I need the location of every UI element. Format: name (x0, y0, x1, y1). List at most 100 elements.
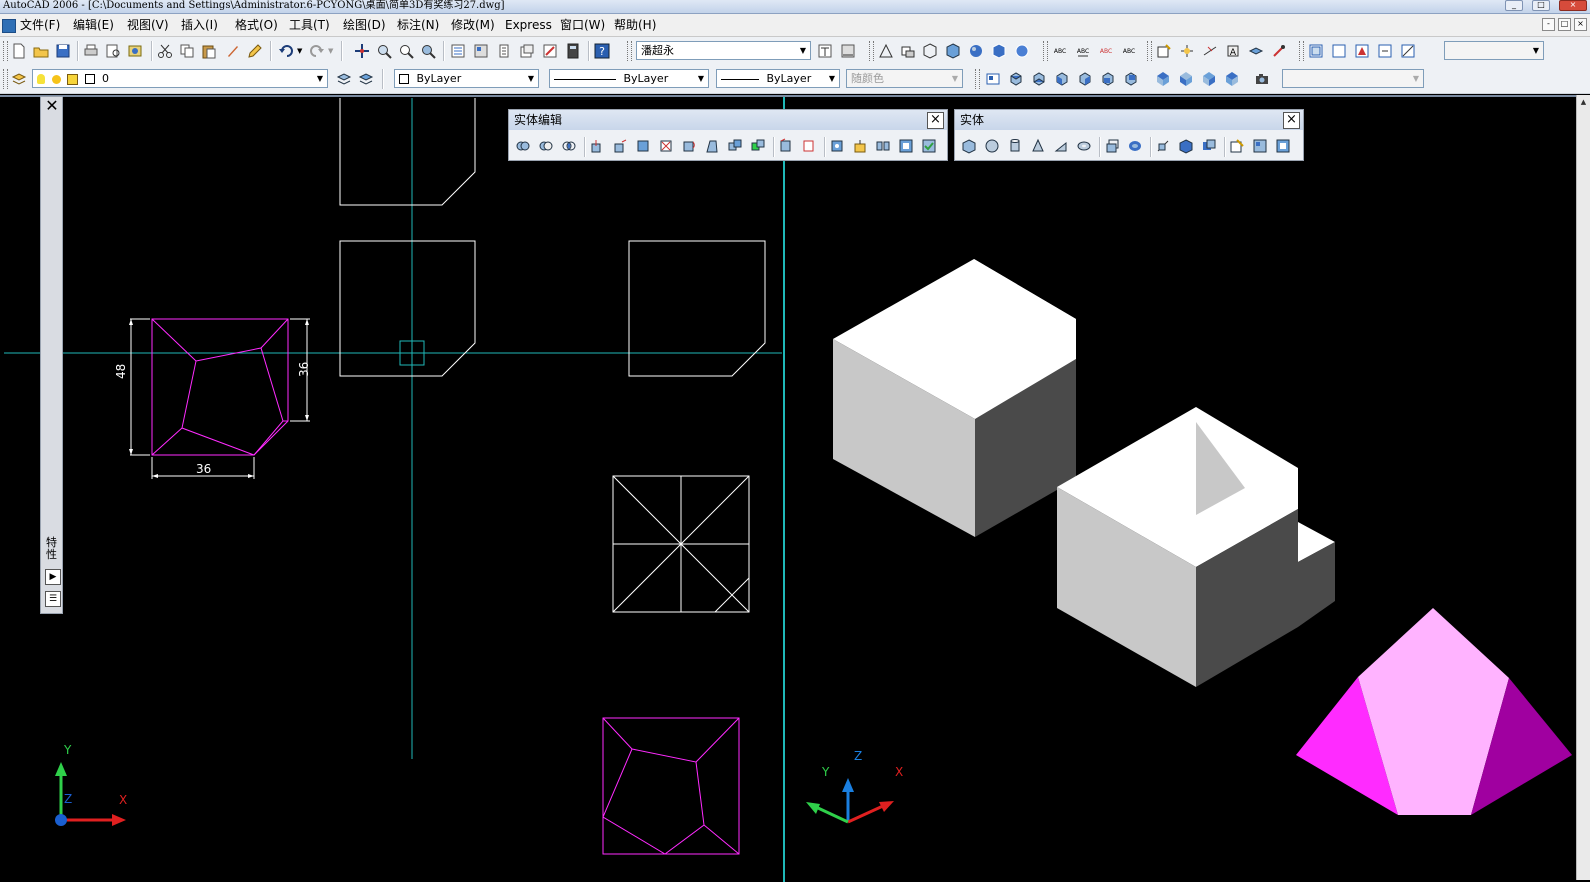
ne-isometric-view-icon[interactable] (1201, 71, 1217, 87)
named-views-icon[interactable] (985, 71, 1001, 87)
union-icon[interactable] (515, 138, 531, 154)
cylinder-icon[interactable] (1007, 138, 1023, 154)
copy-edges-icon[interactable] (778, 138, 794, 154)
tool-palettes-icon[interactable] (496, 43, 512, 59)
edit-text-icon[interactable]: ABC (1098, 43, 1114, 59)
se-isometric-view-icon[interactable] (1178, 71, 1194, 87)
check-icon[interactable] (921, 138, 937, 154)
section-icon[interactable] (1178, 138, 1194, 154)
setup-view-icon[interactable] (1252, 138, 1268, 154)
camera-icon[interactable] (1254, 71, 1270, 87)
color-control-dropdown[interactable]: ByLayer ▼ (394, 69, 539, 88)
undo-dropdown-icon[interactable]: ▼ (297, 47, 302, 55)
color-edges-icon[interactable] (801, 138, 817, 154)
menu-express[interactable]: Express (505, 17, 552, 33)
toolbar-grip[interactable] (1147, 41, 1152, 61)
right-view-icon[interactable] (1077, 71, 1093, 87)
auto-hide-icon[interactable]: ▶ (45, 569, 61, 585)
express-trim-icon[interactable] (1179, 43, 1195, 59)
toolbar-grip[interactable] (3, 69, 8, 89)
flat-edges-on-icon[interactable] (991, 43, 1007, 59)
spell-check-icon[interactable]: ABC (1052, 43, 1068, 59)
text-style-dropdown[interactable]: 潘超永 ▼ (636, 41, 811, 60)
color-faces-icon[interactable] (750, 138, 766, 154)
window-minimize-button[interactable]: _ (1505, 0, 1523, 11)
layer-dropdown[interactable]: 0 ▼ (32, 69, 328, 88)
hide-icon[interactable] (900, 43, 916, 59)
menu-dimension[interactable]: 标注(N) (397, 17, 439, 33)
menu-draw[interactable]: 绘图(D) (343, 17, 386, 33)
match-properties-icon[interactable] (225, 43, 241, 59)
pan-realtime-icon[interactable] (354, 43, 370, 59)
top-view-icon[interactable] (1008, 71, 1024, 87)
clip-viewport-icon[interactable] (1400, 43, 1416, 59)
publish-icon[interactable] (127, 43, 143, 59)
cut-icon[interactable] (157, 43, 173, 59)
3d-wireframe-icon[interactable] (922, 43, 938, 59)
toolbar-grip[interactable] (1299, 41, 1304, 61)
properties-icon[interactable] (450, 43, 466, 59)
imprint-icon[interactable] (829, 138, 845, 154)
menu-edit[interactable]: 编辑(E) (73, 17, 114, 33)
gouraud-edges-on-icon[interactable] (1014, 43, 1030, 59)
taper-faces-icon[interactable] (704, 138, 720, 154)
quickcalc-icon[interactable] (565, 43, 581, 59)
plan-view-icon[interactable] (878, 43, 894, 59)
app-icon[interactable] (2, 19, 16, 33)
close-icon[interactable]: × (927, 112, 944, 129)
document-restore-button[interactable]: □ (1558, 18, 1571, 31)
front-view-icon[interactable] (1100, 71, 1116, 87)
cone-icon[interactable] (1030, 138, 1046, 154)
setup-drawing-icon[interactable] (1229, 138, 1245, 154)
express-tools-icon[interactable] (1271, 43, 1287, 59)
polygonal-viewport-icon[interactable] (1354, 43, 1370, 59)
gouraud-shaded-icon[interactable] (968, 43, 984, 59)
extrude-faces-icon[interactable] (589, 138, 605, 154)
drawing-canvas[interactable]: 48 36 36 Y Z X Z Y X (0, 95, 1576, 882)
plot-preview-icon[interactable] (105, 43, 121, 59)
bottom-view-icon[interactable] (1031, 71, 1047, 87)
viewport-scale-dropdown[interactable]: ▼ (1444, 41, 1544, 60)
toolbar-grip[interactable] (627, 41, 632, 61)
zoom-previous-icon[interactable] (420, 43, 436, 59)
menu-tools[interactable]: 工具(T) (289, 17, 330, 33)
find-text-icon[interactable]: ABC (1075, 43, 1091, 59)
separate-icon[interactable] (875, 138, 891, 154)
undo-icon[interactable] (278, 43, 294, 59)
lineweight-control-dropdown[interactable]: ByLayer ▼ (716, 69, 840, 88)
sheet-set-manager-icon[interactable] (519, 43, 535, 59)
express-block-icon[interactable] (1156, 43, 1172, 59)
offset-faces-icon[interactable] (635, 138, 651, 154)
interference-icon[interactable] (1201, 138, 1217, 154)
named-view-dropdown[interactable]: ▼ (1282, 69, 1424, 88)
sphere-icon[interactable] (984, 138, 1000, 154)
paste-icon[interactable] (201, 43, 217, 59)
menu-view[interactable]: 视图(V) (127, 17, 169, 33)
shell-icon[interactable] (898, 138, 914, 154)
express-extend-icon[interactable] (1202, 43, 1218, 59)
document-minimize-button[interactable]: - (1542, 18, 1555, 31)
window-maximize-button[interactable]: □ (1532, 0, 1550, 11)
menu-window[interactable]: 窗口(W) (560, 17, 605, 33)
markup-set-manager-icon[interactable] (542, 43, 558, 59)
intersect-icon[interactable] (561, 138, 577, 154)
toolbar-grip[interactable] (975, 69, 980, 89)
menu-file[interactable]: 文件(F) (20, 17, 60, 33)
menu-modify[interactable]: 修改(M) (451, 17, 495, 33)
redo-icon[interactable] (309, 43, 325, 59)
extrude-icon[interactable] (1104, 138, 1120, 154)
menu-format[interactable]: 格式(O) (235, 17, 278, 33)
box-icon[interactable] (961, 138, 977, 154)
help-icon[interactable]: ? (594, 43, 610, 59)
copy-faces-icon[interactable] (727, 138, 743, 154)
slice-icon[interactable] (1155, 138, 1171, 154)
subtract-icon[interactable] (538, 138, 554, 154)
nw-isometric-view-icon[interactable] (1224, 71, 1240, 87)
zoom-window-icon[interactable] (398, 43, 414, 59)
layer-manager-icon[interactable] (11, 71, 27, 87)
scroll-up-icon[interactable]: ▲ (1578, 97, 1589, 108)
setup-profile-icon[interactable] (1275, 138, 1291, 154)
move-faces-icon[interactable] (612, 138, 628, 154)
block-editor-icon[interactable] (247, 43, 263, 59)
properties-palette-collapsed[interactable]: ✕ 特性 ▶ ☰ (40, 96, 63, 614)
